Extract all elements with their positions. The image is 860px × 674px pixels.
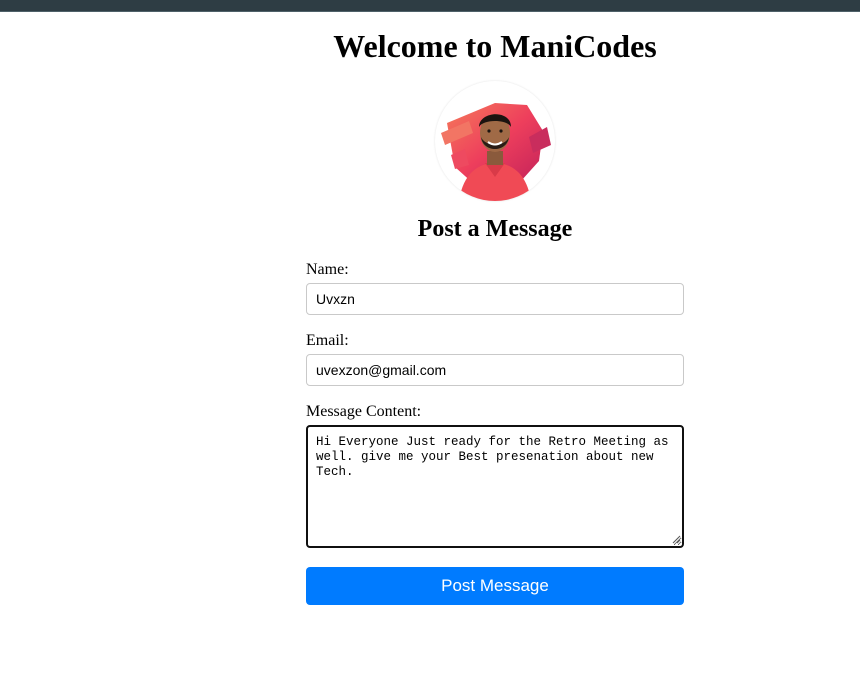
resize-grip-icon[interactable] [672,535,681,544]
avatar-photo-icon [441,103,551,201]
name-input[interactable] [306,283,684,315]
email-input[interactable] [306,354,684,386]
name-label: Name: [306,261,349,278]
avatar [435,81,555,201]
browser-top-bar [0,0,860,12]
page-title: Welcome to ManiCodes [333,28,657,64]
form-title: Post a Message [417,216,573,242]
email-label: Email: [306,332,349,349]
post-message-button[interactable]: Post Message [306,567,684,605]
message-textarea[interactable]: Hi Everyone Just ready for the Retro Mee… [306,425,684,548]
message-label: Message Content: [306,403,422,420]
